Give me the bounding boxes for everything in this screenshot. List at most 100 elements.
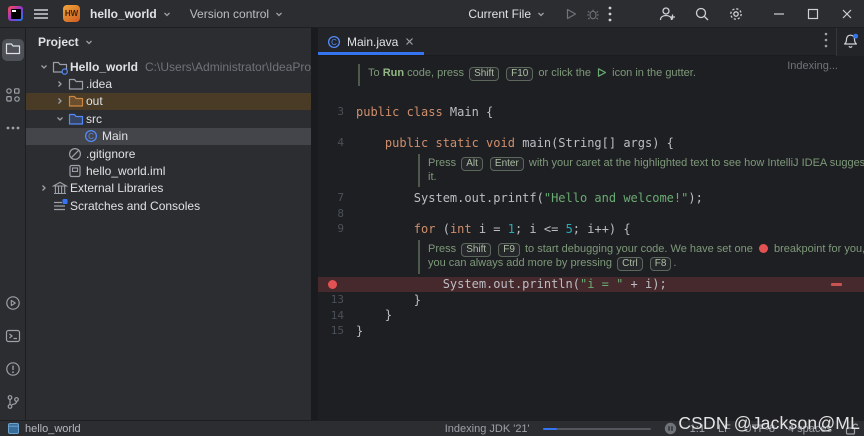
line-number-gutter[interactable]: 13 bbox=[318, 293, 356, 306]
toolstrip-more-tools-button[interactable] bbox=[2, 114, 24, 136]
run-button[interactable] bbox=[560, 3, 582, 25]
main-menu-button[interactable] bbox=[29, 3, 53, 25]
code-line[interactable]: 3 public class Main { bbox=[318, 104, 864, 120]
chevron-down-icon bbox=[85, 40, 92, 45]
line-number-gutter bbox=[318, 61, 356, 89]
more-actions-button[interactable] bbox=[604, 2, 616, 26]
add-user-icon bbox=[659, 6, 675, 20]
search-everywhere-button[interactable] bbox=[690, 2, 714, 26]
app-logo-icon bbox=[8, 6, 23, 21]
run-configuration-label: Current File bbox=[468, 6, 531, 21]
code-blank-line[interactable] bbox=[318, 120, 864, 136]
breakpoint-gutter[interactable] bbox=[318, 279, 356, 289]
hint-emphasis: Run bbox=[382, 67, 405, 79]
code-with-me-button[interactable] bbox=[654, 2, 680, 26]
status-project-name: hello_world bbox=[25, 422, 81, 435]
code-line[interactable]: 8 bbox=[318, 206, 864, 222]
line-number-gutter[interactable]: 9 bbox=[318, 222, 356, 235]
line-number-gutter[interactable]: 14 bbox=[318, 309, 356, 322]
chevron-down-icon bbox=[538, 12, 544, 16]
hint-line: it. bbox=[428, 171, 864, 185]
status-project-widget[interactable]: hello_world bbox=[8, 423, 81, 435]
toolstrip-project-folder-tool-button[interactable] bbox=[1, 39, 24, 61]
code-line[interactable]: 9 for (int i = 1; i <= 5; i++) { bbox=[318, 221, 864, 237]
code-line[interactable]: 4 public static void main(String[] args)… bbox=[318, 135, 864, 151]
editor-hint-row: To Run code, press Shift F10 or click th… bbox=[318, 61, 864, 89]
toolstrip-structure-tool-button[interactable] bbox=[2, 85, 24, 107]
line-number-gutter[interactable]: 4 bbox=[318, 136, 356, 149]
excluded-folder-icon bbox=[68, 93, 86, 109]
tree-item-src[interactable]: src bbox=[26, 110, 311, 127]
code-text: } bbox=[356, 308, 393, 323]
toolstrip-problems-tool-button[interactable] bbox=[2, 359, 24, 381]
chevron-right-icon[interactable] bbox=[36, 183, 52, 193]
version-control-button[interactable]: Version control bbox=[184, 4, 290, 24]
tab-main-java[interactable]: C Main.java bbox=[318, 28, 425, 55]
ignored-file-icon bbox=[68, 147, 86, 161]
tree-item-hello-world[interactable]: Hello_world C:\Users\Administrator\IdeaPr… bbox=[26, 58, 311, 75]
chevron-down-icon[interactable] bbox=[52, 114, 68, 124]
main-area: Project Hello_world C:\Users\Administrato… bbox=[0, 27, 864, 420]
line-number-gutter bbox=[318, 151, 356, 191]
tree-item-label: .gitignore bbox=[86, 146, 136, 161]
tree-item-scratches-and-consoles[interactable]: Scratches and Consoles bbox=[26, 197, 311, 214]
editor-hint-row: Press Shift F9 to start debugging your c… bbox=[318, 237, 864, 277]
code-line[interactable]: 13 } bbox=[318, 292, 864, 308]
chevron-down-icon bbox=[163, 12, 170, 16]
debug-button[interactable] bbox=[582, 3, 604, 25]
code-line[interactable]: 7 System.out.printf("Hello and welcome!"… bbox=[318, 190, 864, 206]
notifications-button[interactable] bbox=[836, 27, 864, 56]
project-folder-tool-icon bbox=[5, 41, 21, 60]
tree-item-hello-world-iml[interactable]: hello_world.iml bbox=[26, 162, 311, 179]
close-button[interactable] bbox=[830, 0, 864, 28]
tree-item-label: External Libraries bbox=[70, 181, 164, 196]
minimize-button[interactable] bbox=[762, 0, 796, 28]
tab-options-button[interactable] bbox=[816, 30, 836, 53]
bug-icon bbox=[587, 9, 599, 20]
tree-item-out[interactable]: out bbox=[26, 92, 311, 111]
line-number-gutter[interactable]: 8 bbox=[318, 207, 356, 220]
tree-item-main[interactable]: C Main bbox=[26, 127, 311, 145]
tab-close-button[interactable] bbox=[404, 36, 415, 48]
toolstrip-terminal-tool-button[interactable] bbox=[2, 326, 24, 348]
svg-text:C: C bbox=[331, 38, 337, 47]
indexing-status-label: Indexing JDK '21' bbox=[444, 422, 530, 435]
chevron-right-icon[interactable] bbox=[52, 79, 68, 89]
kebab-icon bbox=[608, 6, 612, 21]
chevron-down-icon[interactable] bbox=[36, 62, 52, 72]
toolstrip-version-control-tool-button[interactable] bbox=[2, 392, 24, 414]
line-number-gutter[interactable]: 3 bbox=[318, 105, 356, 118]
code-line[interactable]: 14 } bbox=[318, 308, 864, 324]
tree-item-gitignore[interactable]: .gitignore bbox=[26, 145, 311, 162]
chevron-right-icon[interactable] bbox=[52, 96, 68, 106]
version-control-label: Version control bbox=[189, 6, 270, 21]
hamburger-icon bbox=[34, 8, 48, 19]
tree-item-external-libraries[interactable]: External Libraries bbox=[26, 180, 311, 197]
project-panel-header[interactable]: Project bbox=[26, 28, 311, 56]
project-panel-title: Project bbox=[38, 35, 79, 49]
active-tab-indicator bbox=[318, 52, 425, 55]
tree-item-label: .idea bbox=[86, 77, 113, 92]
project-selector-button[interactable]: hello_world bbox=[84, 4, 178, 24]
panel-splitter[interactable] bbox=[311, 28, 318, 420]
toolstrip-run-tool-button[interactable] bbox=[2, 293, 24, 315]
code-blank-line[interactable] bbox=[318, 89, 864, 105]
run-configuration-selector[interactable]: Current File bbox=[462, 4, 552, 24]
project-tool-window: Project Hello_world C:\Users\Administrato… bbox=[26, 28, 311, 420]
editor[interactable]: Indexing... To Run code, press Shift F10… bbox=[318, 56, 864, 420]
tree-item-idea[interactable]: .idea bbox=[26, 75, 311, 92]
terminal-tool-icon bbox=[5, 328, 21, 347]
line-number-gutter[interactable]: 15 bbox=[318, 324, 356, 337]
code-line[interactable]: 15} bbox=[318, 323, 864, 339]
shortcut-hint-block: Press Alt Enter with your caret at the h… bbox=[418, 153, 864, 187]
settings-button[interactable] bbox=[724, 2, 748, 26]
tab-bar-right bbox=[816, 27, 864, 56]
shortcut-hint-block: To Run code, press Shift F10 or click th… bbox=[358, 64, 696, 86]
line-number-gutter[interactable]: 7 bbox=[318, 191, 356, 204]
code-line-breakpoint[interactable]: System.out.println("i = " + i); bbox=[318, 276, 864, 292]
breakpoint-dot[interactable] bbox=[328, 279, 337, 289]
maximize-button[interactable] bbox=[796, 0, 830, 28]
project-name: hello_world bbox=[90, 6, 157, 21]
pause-indexing-button[interactable] bbox=[664, 422, 677, 435]
editor-tab-bar: C Main.java bbox=[318, 27, 864, 56]
